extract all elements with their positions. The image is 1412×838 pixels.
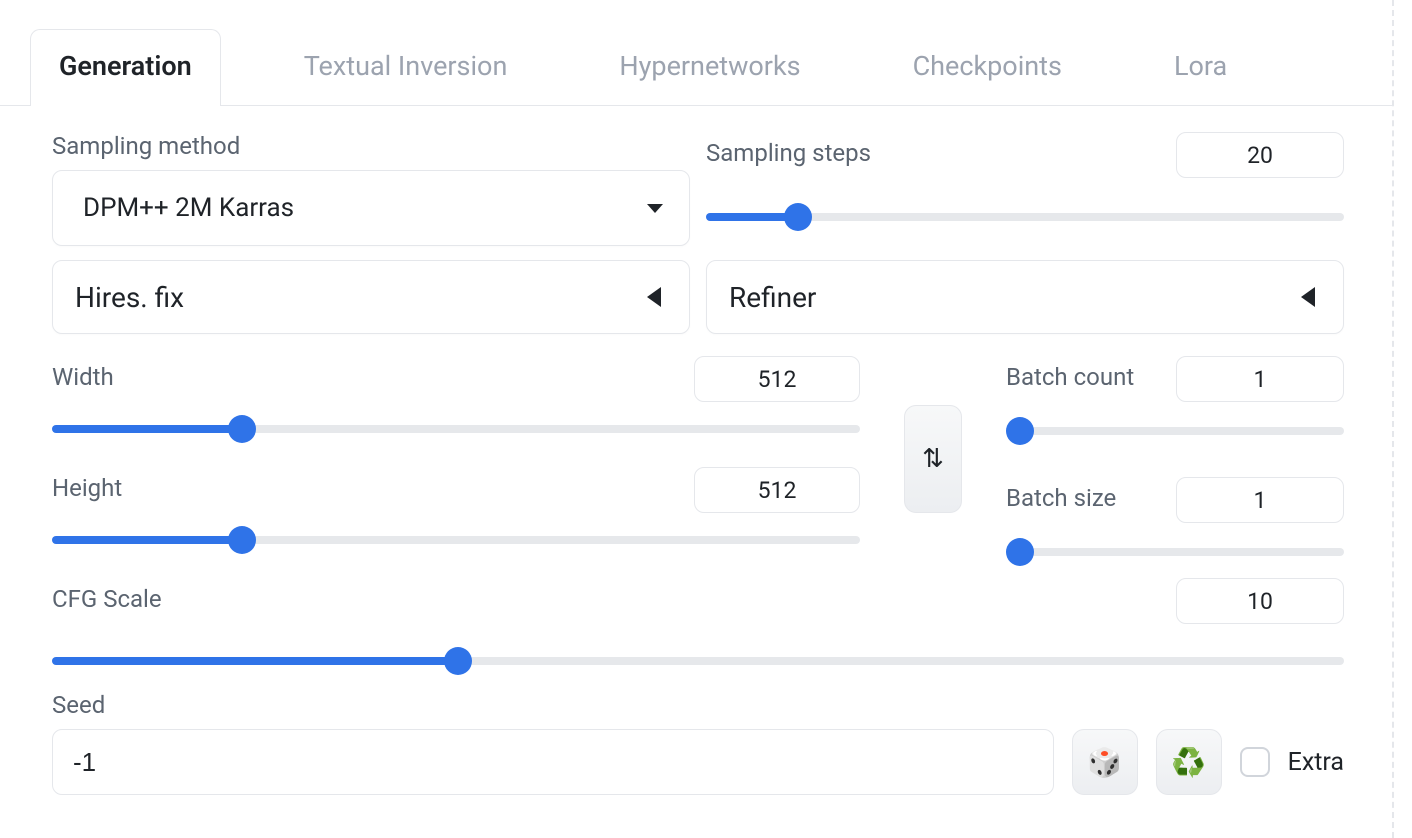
- dice-icon: 🎲: [1087, 746, 1122, 779]
- height-value[interactable]: 512: [694, 467, 860, 513]
- seed-extra-label: Extra: [1288, 748, 1344, 777]
- caret-down-icon: [647, 204, 663, 213]
- sampling-steps-slider[interactable]: [706, 213, 1344, 221]
- triangle-left-icon: [647, 287, 661, 307]
- height-slider[interactable]: [52, 536, 860, 544]
- width-slider[interactable]: [52, 425, 860, 433]
- batch-size-slider[interactable]: [1006, 548, 1344, 556]
- swap-dimensions-button[interactable]: ⇅: [904, 405, 962, 513]
- cfg-scale-value[interactable]: 10: [1176, 578, 1344, 624]
- batch-count-value[interactable]: 1: [1176, 356, 1344, 402]
- tabs-bar: Generation Textual Inversion Hypernetwor…: [0, 0, 1392, 106]
- batch-count-slider[interactable]: [1006, 427, 1344, 435]
- sampling-method-select[interactable]: DPM++ 2M Karras: [52, 170, 690, 246]
- seed-reuse-button[interactable]: ♻️: [1156, 729, 1222, 795]
- cfg-scale-slider[interactable]: [52, 657, 1344, 665]
- batch-size-label: Batch size: [1006, 484, 1116, 512]
- tab-lora[interactable]: Lora: [1145, 29, 1256, 106]
- width-label: Width: [52, 363, 114, 391]
- batch-count-label: Batch count: [1006, 363, 1134, 391]
- batch-size-value[interactable]: 1: [1176, 477, 1344, 523]
- tab-textual-inversion[interactable]: Textual Inversion: [275, 29, 537, 106]
- swap-icon: ⇅: [922, 444, 944, 474]
- seed-extra-checkbox[interactable]: [1240, 747, 1270, 777]
- hires-fix-accordion[interactable]: Hires. fix: [52, 260, 690, 334]
- triangle-left-icon: [1301, 287, 1315, 307]
- seed-label: Seed: [52, 691, 1344, 719]
- tab-hypernetworks[interactable]: Hypernetworks: [590, 29, 829, 106]
- sampling-method-value: DPM++ 2M Karras: [83, 193, 294, 223]
- tab-generation[interactable]: Generation: [30, 29, 221, 106]
- sampling-steps-label: Sampling steps: [706, 139, 871, 167]
- width-value[interactable]: 512: [694, 356, 860, 402]
- height-label: Height: [52, 474, 122, 502]
- refiner-accordion[interactable]: Refiner: [706, 260, 1344, 334]
- refiner-label: Refiner: [729, 281, 816, 314]
- recycle-icon: ♻️: [1171, 746, 1206, 779]
- hires-fix-label: Hires. fix: [75, 281, 184, 314]
- seed-random-button[interactable]: 🎲: [1072, 729, 1138, 795]
- sampling-steps-value[interactable]: 20: [1176, 132, 1344, 178]
- seed-input[interactable]: [52, 729, 1054, 795]
- cfg-scale-label: CFG Scale: [52, 585, 162, 613]
- tab-checkpoints[interactable]: Checkpoints: [884, 29, 1091, 106]
- sampling-method-label: Sampling method: [52, 132, 690, 160]
